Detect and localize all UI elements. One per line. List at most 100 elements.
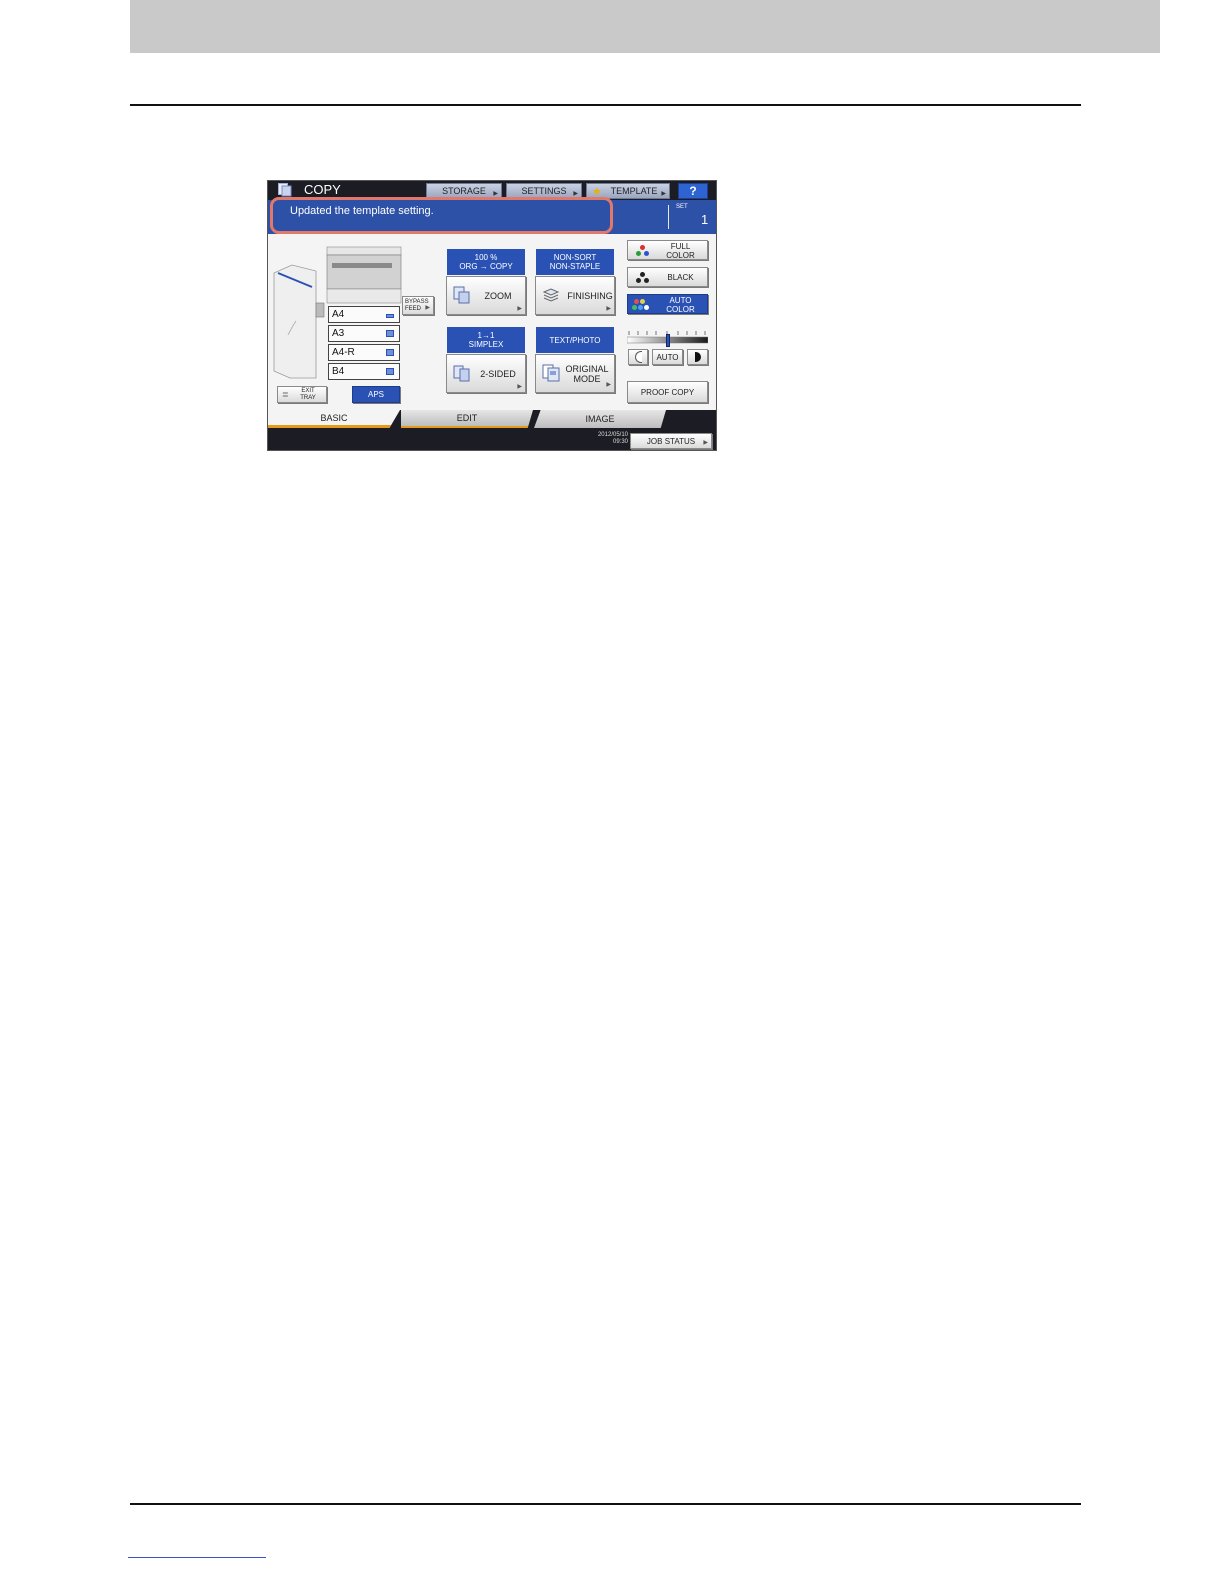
tray-level-icon [386, 314, 394, 318]
exit-label-1: EXIT [301, 387, 315, 394]
original-mode-icon [542, 364, 560, 382]
paper-tray-b4[interactable]: B4 [328, 363, 400, 380]
paper-tray-a3[interactable]: A3 [328, 325, 400, 342]
arrow-icon: ▶ [573, 191, 578, 197]
arrow-icon: ▶ [493, 191, 498, 197]
lighter-icon [634, 351, 642, 363]
tab-image-label: IMAGE [585, 414, 615, 424]
copy-touch-panel-screenshot: COPY STORAGE ▶ SETTINGS ▶ ★ TEMPLATE ▶ ?… [267, 180, 717, 451]
arrow-icon: ▶ [661, 191, 666, 197]
exit-tray-button[interactable]: ≣ EXIT TRAY [277, 386, 327, 403]
paper-tray-a4[interactable]: A4 [328, 306, 400, 323]
tray-level-icon [386, 349, 394, 356]
auto-color-icon [632, 299, 654, 311]
set-count: 1 [701, 212, 709, 227]
job-status-label: JOB STATUS [646, 436, 696, 446]
full-color-label-1: FULL [670, 242, 691, 251]
original-mode-value: TEXT/PHOTO [549, 335, 601, 345]
darker-button[interactable] [687, 349, 708, 365]
two-sided-button[interactable]: 2-SIDED ▶ [446, 354, 526, 393]
finishing-sort: NON-SORT [553, 253, 597, 262]
original-mode-label-1: ORIGINAL [565, 363, 609, 374]
bypass-feed-button[interactable]: BYPASS FEED ▶ [402, 296, 434, 315]
date-time: 2012/05/10 09:30 [584, 432, 628, 446]
app-title: COPY [304, 182, 341, 197]
original-mode-button[interactable]: ORIGINAL MODE ▶ [535, 354, 615, 393]
original-mode-status: TEXT/PHOTO [536, 327, 614, 353]
footer-rule [130, 1503, 1081, 1505]
exit-label-2: TRAY [300, 394, 316, 401]
date: 2012/05/10 [597, 432, 628, 438]
auto-color-label-2: COLOR [666, 305, 695, 314]
tab-basic[interactable]: BASIC [268, 410, 400, 428]
full-color-button[interactable]: FULL COLOR [627, 240, 708, 260]
finishing-status: NON-SORT NON-STAPLE [536, 249, 614, 275]
tray-level-icon [386, 368, 394, 375]
footer-link-underline [128, 1557, 266, 1558]
black-label: BLACK [667, 273, 694, 282]
arrow-icon: ▶ [517, 384, 522, 390]
bypass-label-2: FEED [405, 305, 422, 312]
zoom-org-copy: ORG → COPY [459, 262, 513, 271]
proof-copy-label: PROOF COPY [640, 387, 695, 397]
aps-button[interactable]: APS [352, 386, 400, 403]
tray-label: B4 [332, 366, 345, 377]
page-header-band [130, 0, 1160, 53]
two-sided-icon [453, 364, 471, 382]
aps-label: APS [367, 390, 384, 399]
set-label: SET [676, 204, 688, 210]
duplex-status: 1→1 SIMPLEX [447, 327, 525, 353]
tab-basic-label: BASIC [320, 412, 348, 423]
finishing-button[interactable]: FINISHING ▶ [535, 276, 615, 315]
duplex-mode: 1→1 [477, 331, 495, 340]
zoom-label: ZOOM [484, 290, 512, 301]
paper-tray-a4-r[interactable]: A4-R [328, 344, 400, 361]
zoom-button[interactable]: ZOOM ▶ [446, 276, 526, 315]
help-label: ? [689, 184, 697, 198]
arrow-icon: ▶ [703, 440, 708, 446]
full-color-label-2: COLOR [666, 251, 695, 260]
density-auto-button[interactable]: AUTO [652, 349, 683, 365]
density-auto-label: AUTO [656, 352, 679, 362]
duplex-simplex: SIMPLEX [468, 340, 504, 349]
finishing-icon [542, 286, 560, 304]
job-status-button[interactable]: JOB STATUS ▶ [630, 433, 712, 449]
tray-label: A4-R [332, 347, 355, 358]
tab-edit-label: EDIT [456, 413, 478, 423]
black-button[interactable]: BLACK [627, 267, 708, 287]
copy-mode-icon [278, 183, 292, 197]
status-message: Updated the template setting. [290, 205, 434, 217]
help-button[interactable]: ? [678, 183, 708, 199]
zoom-ratio: 100 % [474, 253, 498, 262]
tab-image[interactable]: IMAGE [534, 410, 666, 428]
set-divider [668, 205, 669, 229]
arrow-icon: ▶ [606, 306, 611, 312]
tray-label: A3 [332, 328, 345, 339]
zoom-icon [453, 286, 471, 304]
auto-color-button[interactable]: AUTO COLOR [627, 294, 708, 314]
finishing-label: FINISHING [567, 290, 613, 301]
auto-color-label-1: AUTO [669, 296, 692, 305]
original-mode-label-2: MODE [573, 373, 601, 384]
header-rule [130, 104, 1081, 106]
tray-level-icon [386, 330, 394, 337]
lighter-button[interactable] [628, 349, 648, 365]
arrow-icon: ▶ [517, 306, 522, 312]
two-sided-label: 2-SIDED [480, 368, 516, 379]
tray-label: A4 [332, 309, 345, 320]
proof-copy-button[interactable]: PROOF COPY [627, 381, 708, 403]
black-icon [636, 272, 650, 284]
storage-label: STORAGE [442, 186, 486, 196]
finishing-staple: NON-STAPLE [549, 262, 601, 271]
zoom-status: 100 % ORG → COPY [447, 249, 525, 275]
settings-label: SETTINGS [521, 186, 567, 196]
time: 09:30 [612, 439, 628, 445]
density-level-marker[interactable] [665, 334, 670, 347]
darker-icon [694, 352, 701, 362]
arrow-icon: ▶ [425, 305, 430, 311]
full-color-icon [636, 245, 650, 257]
tray-stack-icon: ≣ [282, 390, 289, 399]
tab-edit[interactable]: EDIT [401, 410, 533, 428]
template-label: TEMPLATE [610, 186, 658, 196]
arrow-icon: ▶ [606, 382, 611, 388]
